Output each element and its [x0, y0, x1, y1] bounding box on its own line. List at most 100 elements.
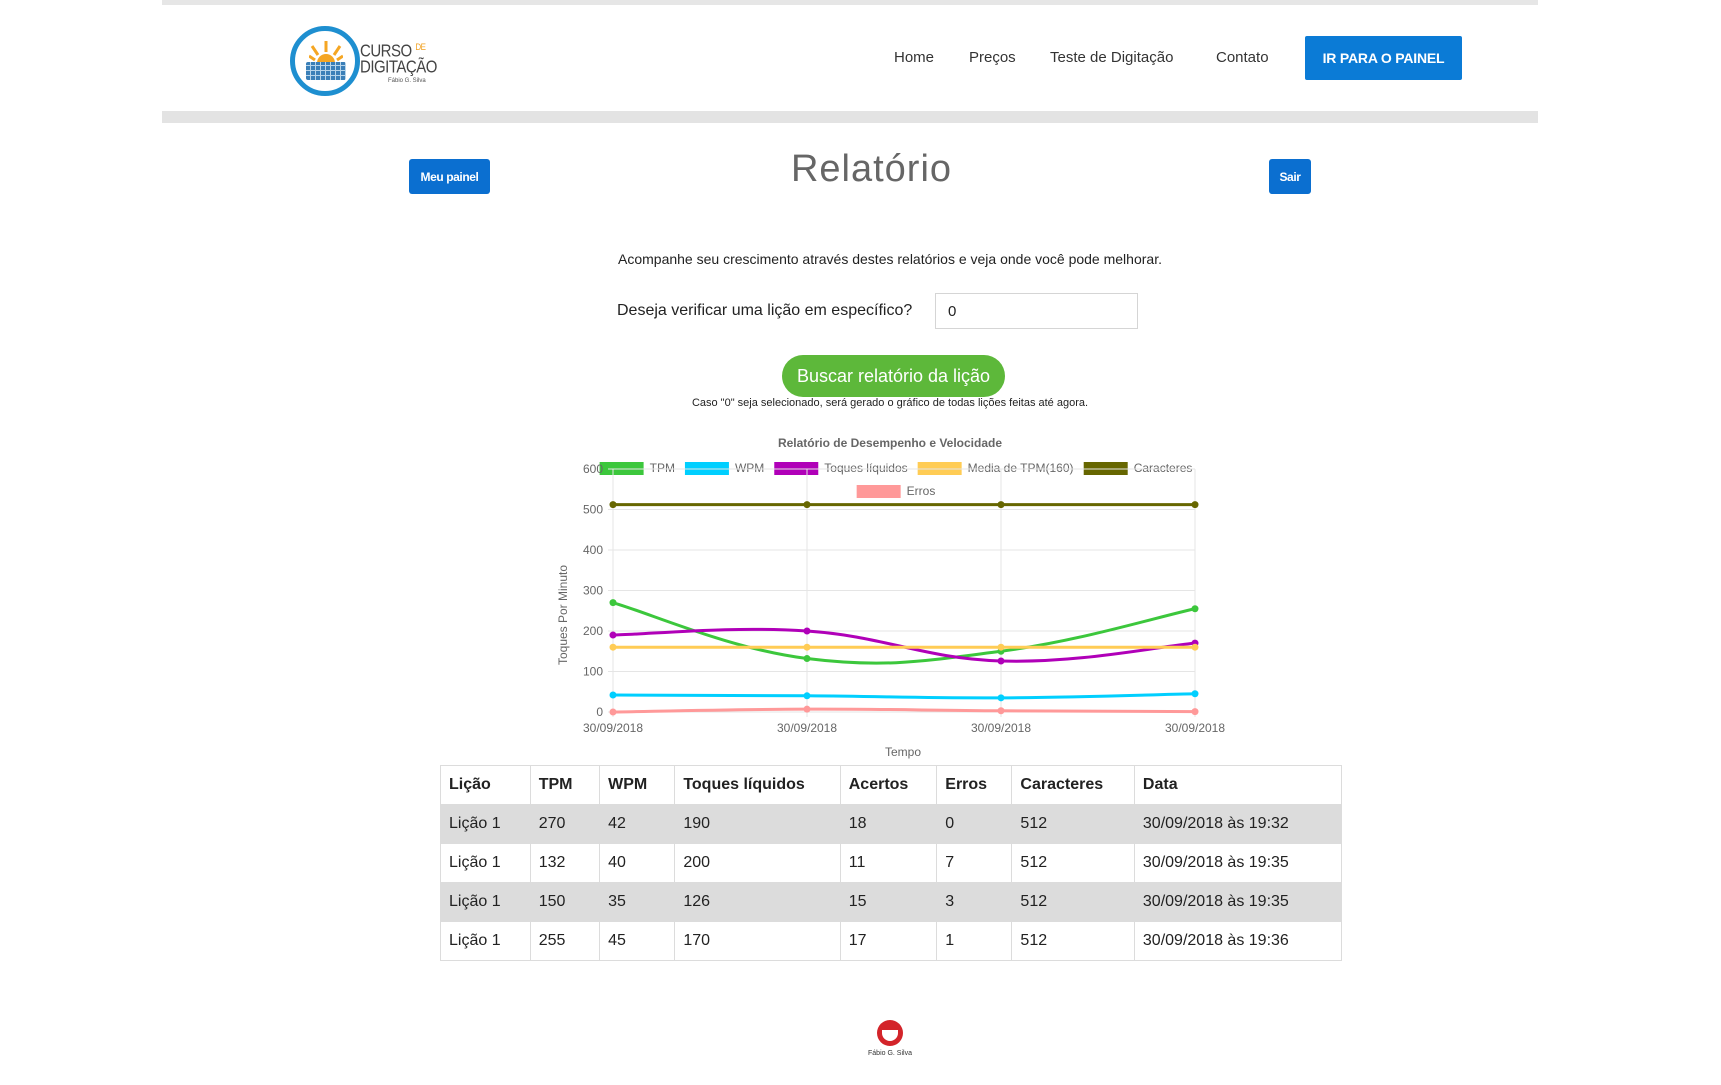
table-header-cell: Caracteres [1011, 765, 1135, 805]
x-tick-label: 30/09/2018 [971, 721, 1031, 735]
table-cell: 15 [839, 882, 938, 922]
sun-icon [309, 41, 343, 63]
nav-precos[interactable]: Preços [969, 49, 1016, 66]
y-tick-label: 500 [583, 503, 603, 517]
logo-keyboard-icon [290, 26, 360, 96]
data-point[interactable] [1191, 690, 1199, 698]
table-cell: 42 [599, 804, 676, 844]
legend-label[interactable]: Erros [907, 484, 936, 498]
table-cell: 17 [839, 921, 938, 961]
table-header-row: Lição TPM WPM Toques líquidos Acertos Erros Ca… [440, 765, 1343, 805]
table-header-cell: Lição [440, 765, 531, 805]
nav-home[interactable]: Home [894, 49, 934, 66]
table-cell: 190 [674, 804, 841, 844]
data-point[interactable] [1191, 605, 1199, 613]
legend-label[interactable]: WPM [735, 461, 764, 475]
y-tick-label: 300 [583, 584, 603, 598]
header-divider [162, 111, 1538, 123]
y-tick-label: 400 [583, 543, 603, 557]
chart-title: Relatório de Desempenho e Velocidade [778, 436, 1002, 450]
x-tick-label: 30/09/2018 [1165, 721, 1225, 735]
data-point[interactable] [803, 643, 811, 651]
report-table: Lição TPM WPM Toques líquidos Acertos Erros Ca… [440, 765, 1343, 961]
table-cell: 126 [674, 882, 841, 922]
data-point[interactable] [997, 643, 1005, 651]
table-header-cell: Acertos [839, 765, 938, 805]
lesson-input[interactable] [935, 293, 1138, 329]
table-cell: Lição 1 [440, 843, 531, 883]
legend-label[interactable]: Toques líquidos [824, 461, 907, 475]
author-avatar-icon [877, 1020, 903, 1046]
data-point[interactable] [1191, 708, 1199, 716]
data-point[interactable] [609, 501, 617, 509]
lesson-question-label: Deseja verificar uma lição em específico… [617, 302, 913, 319]
data-point[interactable] [997, 707, 1005, 715]
data-point[interactable] [609, 631, 617, 639]
series-line [612, 692, 1196, 700]
table-cell: 30/09/2018 às 19:35 [1133, 882, 1343, 922]
table-header-cell: TPM [529, 765, 601, 805]
logo-signature: Fábio G. Silva [388, 78, 426, 84]
data-point[interactable] [1191, 643, 1199, 651]
table-header-cell: WPM [599, 765, 676, 805]
footer-logo: Fábio G. Silva [865, 1020, 915, 1062]
data-point[interactable] [1191, 501, 1199, 509]
go-to-panel-button[interactable]: IR PARA O PAINEL [1305, 36, 1462, 80]
search-report-button[interactable]: Buscar relatório da lição [782, 355, 1005, 397]
legend-label[interactable]: Caracteres [1134, 461, 1193, 475]
data-point[interactable] [609, 643, 617, 651]
nav-teste-de-digitacao[interactable]: Teste de Digitação [1050, 49, 1173, 66]
data-point[interactable] [609, 708, 617, 716]
y-tick-label: 0 [596, 705, 603, 719]
data-point[interactable] [803, 627, 811, 635]
intro-text: Acompanhe seu crescimento através destes… [618, 251, 1162, 267]
table-cell: 40 [599, 843, 676, 883]
data-point[interactable] [997, 694, 1005, 702]
table-cell: 512 [1011, 921, 1135, 961]
table-cell: Lição 1 [440, 804, 531, 844]
logo-text: DIGITAÇÃO [360, 57, 437, 78]
table-cell: 30/09/2018 às 19:35 [1133, 843, 1343, 883]
selection-note: Caso "0" seja selecionado, será gerado o… [691, 397, 1089, 409]
nav-contato[interactable]: Contato [1216, 49, 1269, 66]
data-point[interactable] [609, 599, 617, 607]
table-cell: 0 [936, 804, 1013, 844]
data-point[interactable] [803, 655, 811, 663]
table-header-cell: Data [1133, 765, 1343, 805]
table-cell: 7 [936, 843, 1013, 883]
legend-swatch[interactable] [856, 485, 901, 498]
table-row: Lição 1 270 42 190 18 0 512 30/09/2018 às 19:32 [440, 804, 1343, 844]
table-cell: 132 [529, 843, 601, 883]
x-tick-label: 30/09/2018 [777, 721, 837, 735]
table-cell: 150 [529, 882, 601, 922]
table-cell: 255 [529, 921, 601, 961]
data-point[interactable] [997, 501, 1005, 509]
footer-signature: Fábio G. Silva [868, 1050, 912, 1057]
table-row: Lição 1 132 40 200 11 7 512 30/09/2018 às 19:35 [440, 843, 1343, 883]
page-title: Relatório [790, 148, 953, 190]
table-row: Lição 1 255 45 170 17 1 512 30/09/2018 às 19:36 [440, 921, 1343, 961]
table-cell: 30/09/2018 às 19:32 [1133, 804, 1343, 844]
table-cell: 30/09/2018 às 19:36 [1133, 921, 1343, 961]
table-cell: 1 [936, 921, 1013, 961]
performance-chart: Relatório de Desempenho e Velocidade TPM… [556, 436, 1225, 759]
logout-button[interactable]: Sair [1269, 159, 1311, 194]
x-axis-label: Tempo [885, 745, 921, 759]
data-point[interactable] [609, 691, 617, 699]
y-tick-label: 200 [583, 624, 603, 638]
table-cell: 270 [529, 804, 601, 844]
x-tick-label: 30/09/2018 [583, 721, 643, 735]
table-cell: 200 [674, 843, 841, 883]
y-axis-label: Toques Por Minuto [556, 565, 570, 665]
legend-label[interactable]: Media de TPM(160) [968, 461, 1074, 475]
data-point[interactable] [997, 657, 1005, 665]
table-cell: 512 [1011, 882, 1135, 922]
site-logo[interactable]: CURSO DE DIGITAÇÃO Fábio G. Silva [290, 26, 460, 96]
data-point[interactable] [803, 705, 811, 713]
data-point[interactable] [803, 501, 811, 509]
table-cell: 3 [936, 882, 1013, 922]
data-point[interactable] [803, 692, 811, 700]
legend-label[interactable]: TPM [650, 461, 675, 475]
table-header-cell: Toques líquidos [674, 765, 841, 805]
table-cell: 45 [599, 921, 676, 961]
